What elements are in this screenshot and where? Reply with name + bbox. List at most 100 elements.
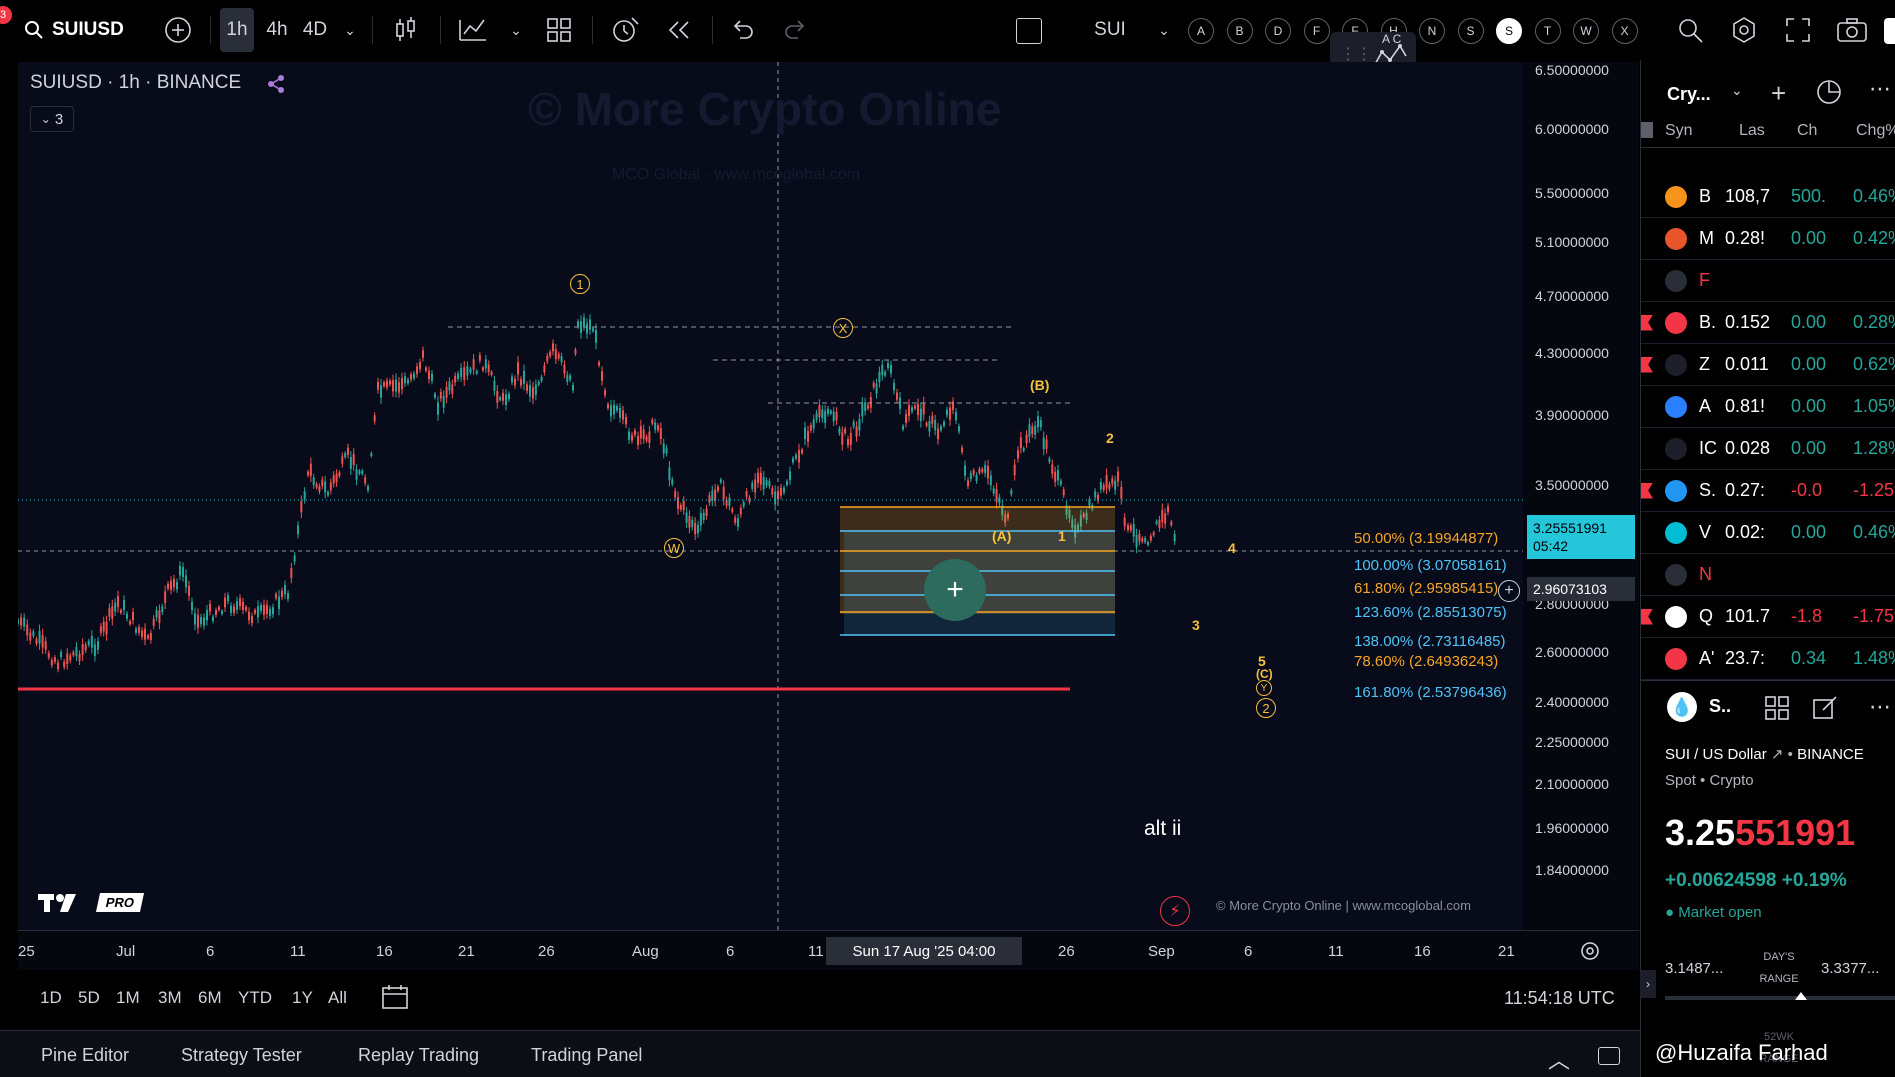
watchlist-row[interactable]: Q 101.7 -1.8 -1.75%: [1641, 596, 1895, 638]
instrument-name[interactable]: SUI / US Dollar: [1665, 746, 1767, 763]
layout-letter-n-button[interactable]: N: [1419, 18, 1445, 44]
watchlist-row[interactable]: B. 0.152 0.00 0.28%: [1641, 302, 1895, 344]
chevron-up-icon[interactable]: ︿: [1548, 1043, 1570, 1075]
range-button-1y[interactable]: 1Y: [292, 988, 313, 1008]
alt-label[interactable]: alt ii: [1144, 817, 1181, 841]
more-options-icon[interactable]: ⋯: [1869, 76, 1891, 102]
add-symbol-button[interactable]: [164, 16, 192, 49]
compare-symbol[interactable]: SUI: [1080, 8, 1140, 52]
fib-level-label[interactable]: 61.80% (2.95985415): [1354, 580, 1498, 597]
fib-level-label[interactable]: 138.00% (2.73116485): [1354, 633, 1506, 650]
layout-letter-a-button[interactable]: A: [1188, 18, 1214, 44]
flag-icon[interactable]: [1641, 608, 1653, 625]
range-button-ytd[interactable]: YTD: [238, 988, 272, 1008]
watchlist-row[interactable]: A' 23.7: 0.34 1.48%: [1641, 638, 1895, 680]
tab-replay-trading[interactable]: Replay Trading: [358, 1045, 479, 1066]
timeframe-dropdown[interactable]: ⌄: [338, 8, 362, 52]
undo-button[interactable]: [728, 16, 756, 49]
screenshot-button[interactable]: [1836, 16, 1868, 49]
tab-pine-editor[interactable]: Pine Editor: [41, 1045, 129, 1066]
wave-label-sub1[interactable]: 1: [1058, 528, 1066, 544]
fib-level-label[interactable]: 78.60% (2.64936243): [1354, 653, 1498, 670]
layout-letter-t-button[interactable]: T: [1534, 18, 1561, 44]
fib-level-label[interactable]: 100.00% (3.07058161): [1354, 557, 1507, 574]
layout-button[interactable]: [545, 16, 573, 49]
flag-icon[interactable]: [1641, 356, 1653, 373]
watchlist-row[interactable]: A 0.81! 0.00 1.05%: [1641, 386, 1895, 428]
rectangle-tool-icon[interactable]: [1016, 18, 1042, 44]
replay-button[interactable]: [664, 16, 692, 49]
timeframe-4h[interactable]: 4h: [260, 8, 294, 52]
watchlist-row[interactable]: M 0.28! 0.00 0.42%: [1641, 218, 1895, 260]
notification-badge[interactable]: 3: [0, 6, 12, 24]
range-button-3m[interactable]: 3M: [158, 988, 182, 1008]
drag-handle-icon[interactable]: ⋮⋮: [1340, 44, 1372, 64]
collapse-panel-icon[interactable]: ›: [1640, 970, 1656, 998]
wave-label-1[interactable]: 1: [570, 274, 590, 294]
range-button-1m[interactable]: 1M: [116, 988, 140, 1008]
goto-date-button[interactable]: [380, 984, 410, 1015]
tab-trading-panel[interactable]: Trading Panel: [531, 1045, 642, 1066]
fullscreen-button[interactable]: [1784, 16, 1812, 49]
crosshair-plus-button[interactable]: +: [924, 559, 986, 621]
edit-icon[interactable]: [1811, 694, 1839, 722]
compare-dropdown[interactable]: ⌄: [1152, 8, 1176, 52]
range-button-1d[interactable]: 1D: [40, 988, 62, 1008]
flag-icon[interactable]: [1641, 314, 1653, 331]
lightning-icon[interactable]: ⚡: [1160, 896, 1190, 926]
wave-label-a[interactable]: (A): [992, 528, 1011, 544]
external-link-icon[interactable]: ↗: [1771, 746, 1784, 763]
fib-level-label[interactable]: 50.00% (3.19944877): [1354, 530, 1498, 547]
layout-letter-w-button[interactable]: W: [1573, 18, 1599, 44]
watchlist-row[interactable]: B 108,7 500. 0.46%: [1641, 176, 1895, 218]
indicators-toggle[interactable]: ⌄ 3: [30, 106, 74, 132]
wave-label-2-circle[interactable]: 2: [1256, 698, 1276, 718]
layout-letter-f-button[interactable]: F: [1303, 18, 1330, 44]
symbol-search-button[interactable]: SUIUSD: [24, 12, 124, 48]
indicators-button[interactable]: [458, 16, 488, 49]
range-button-6m[interactable]: 6M: [198, 988, 222, 1008]
add-alert-plus-icon[interactable]: +: [1498, 580, 1520, 602]
watchlist-row[interactable]: V 0.02: 0.00 0.46%: [1641, 512, 1895, 554]
price-chart-canvas[interactable]: [18, 62, 1523, 930]
add-watchlist-plus-icon[interactable]: +: [1771, 78, 1786, 109]
flag-icon[interactable]: [1641, 482, 1653, 499]
watchlist-row[interactable]: N: [1641, 554, 1895, 596]
layout-letter-s-button[interactable]: S: [1457, 18, 1484, 44]
range-button-5d[interactable]: 5D: [78, 988, 100, 1008]
chart-type-button[interactable]: [393, 16, 419, 49]
watchlist-row[interactable]: Z 0.011 0.00 0.62%: [1641, 344, 1895, 386]
settings-button[interactable]: [1730, 16, 1758, 49]
publish-button[interactable]: [1884, 18, 1895, 44]
layout-letter-d-button[interactable]: D: [1265, 18, 1291, 44]
wave-label-w[interactable]: W: [664, 538, 684, 558]
redo-button[interactable]: [782, 16, 810, 49]
layout-letter-s-button[interactable]: S: [1496, 18, 1522, 44]
fib-level-label[interactable]: 123.60% (2.85513075): [1354, 604, 1507, 621]
range-button-all[interactable]: All: [328, 988, 347, 1008]
maximize-panel-icon[interactable]: [1598, 1047, 1620, 1065]
wave-label-2[interactable]: 2: [1106, 430, 1114, 446]
timeframe-4d[interactable]: 4D: [298, 8, 332, 52]
share-icon[interactable]: [266, 74, 286, 94]
wave-label-y[interactable]: Y: [1256, 680, 1272, 696]
wave-label-sub3[interactable]: 3: [1192, 617, 1200, 633]
wave-label-b[interactable]: (B): [1030, 377, 1049, 393]
wave-label-c[interactable]: (C): [1256, 667, 1273, 681]
utc-clock[interactable]: 11:54:18 UTC: [1504, 988, 1615, 1009]
wave-label-sub4[interactable]: 4: [1228, 540, 1236, 556]
watchlist-row[interactable]: F: [1641, 260, 1895, 302]
timeframe-1h[interactable]: 1h: [220, 8, 254, 52]
wave-label-x[interactable]: X: [833, 318, 853, 338]
more-options-icon[interactable]: ⋯: [1869, 694, 1891, 720]
details-symbol[interactable]: S..: [1709, 696, 1731, 717]
indicators-dropdown[interactable]: ⌄: [504, 8, 528, 52]
gear-icon[interactable]: [1578, 939, 1602, 963]
tab-strategy-tester[interactable]: Strategy Tester: [181, 1045, 302, 1066]
fib-level-label[interactable]: 161.80% (2.53796436): [1354, 684, 1507, 701]
pie-chart-icon[interactable]: [1815, 78, 1843, 106]
chart-pane[interactable]: SUIUSD · 1h · BINANCE ⌄ 3 © More Crypto O…: [18, 62, 1523, 930]
layout-letter-b-button[interactable]: B: [1226, 18, 1253, 44]
alert-button[interactable]: [610, 16, 640, 49]
time-axis[interactable]: 25 Jul 6 11 16 21 26 Aug 6 11 26 Sep 6 11 16 21 Sun 17 …: [18, 930, 1639, 970]
